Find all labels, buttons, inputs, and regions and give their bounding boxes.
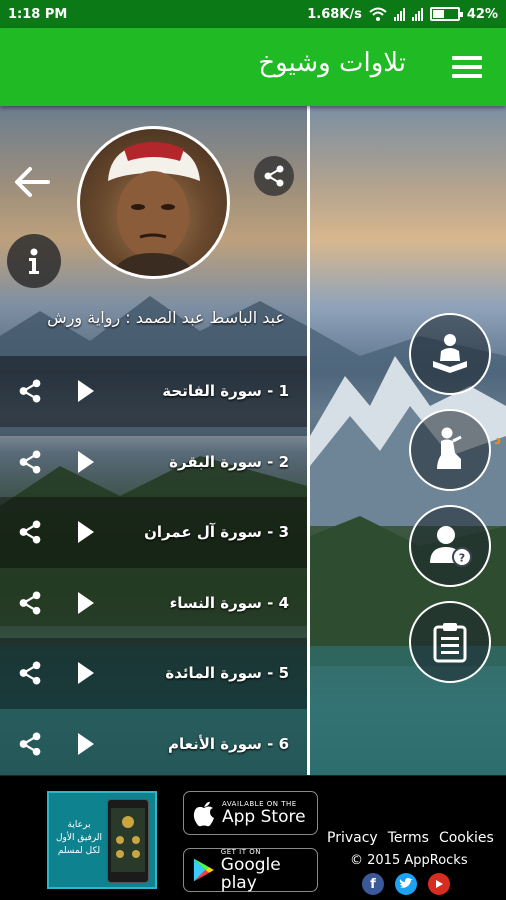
status-time: 1:18 PM — [8, 6, 68, 22]
phone-image — [107, 799, 149, 883]
battery-icon — [429, 7, 463, 21]
surah-row[interactable]: 4 - سورة النساء — [0, 567, 307, 638]
google-play-icon — [193, 858, 214, 882]
quran-reader-button[interactable] — [409, 313, 491, 395]
back-arrow-icon[interactable] — [12, 164, 52, 200]
signal-icon-2 — [411, 7, 423, 21]
surah-row[interactable]: 5 - سورة المائدة — [0, 638, 307, 709]
google-play-button[interactable]: GET IT ON Google play — [183, 848, 318, 892]
surah-row[interactable]: 3 - سورة آل عمران — [0, 497, 307, 568]
surah-title: 5 - سورة المائدة — [165, 664, 289, 683]
surah-row[interactable]: 1 - سورة الفاتحة — [0, 356, 307, 427]
surah-title: 3 - سورة آل عمران — [144, 523, 289, 542]
play-icon[interactable] — [78, 662, 94, 685]
signal-icon — [393, 7, 405, 21]
play-icon[interactable] — [78, 380, 94, 403]
play-icon[interactable] — [78, 591, 94, 614]
panel-divider — [307, 106, 310, 775]
app-bar: تلاوات وشيوخ — [0, 28, 506, 106]
sponsor-line-1: برعاية — [67, 820, 91, 830]
clipboard-icon — [433, 623, 467, 663]
cookies-link[interactable]: Cookies — [439, 830, 494, 846]
info-icon — [29, 248, 39, 274]
surah-title: 1 - سورة الفاتحة — [162, 382, 289, 401]
info-button[interactable] — [7, 234, 61, 288]
network-speed: 1.68K/s — [307, 6, 362, 22]
prayer-button[interactable] — [409, 409, 491, 491]
play-icon[interactable] — [78, 450, 94, 473]
share-icon[interactable] — [18, 520, 42, 544]
reciter-name: عبد الباسط عبد الصمد : رواية ورش — [47, 308, 285, 327]
battery-level: 42% — [466, 6, 498, 22]
share-icon[interactable] — [18, 661, 42, 685]
app-title: تلاوات وشيوخ — [258, 48, 406, 78]
wifi-icon — [369, 7, 387, 21]
sponsor-banner[interactable]: برعاية الرفيق الأول لكل لمسلم — [47, 791, 157, 889]
clipboard-button[interactable] — [409, 601, 491, 683]
app-store-button[interactable]: AVAILABLE ON THE App Store — [183, 791, 318, 835]
surah-title: 2 - سورة البقرة — [169, 452, 289, 471]
surah-row[interactable]: 2 - سورة البقرة — [0, 426, 307, 497]
footer: برعاية الرفيق الأول لكل لمسلم AVAILABLE … — [0, 775, 506, 900]
user-help-button[interactable]: ? — [409, 505, 491, 587]
status-bar: 1:18 PM 1.68K/s 42% — [0, 0, 506, 28]
surah-row[interactable]: 6 - سورة الأنعام — [0, 708, 307, 775]
hamburger-menu-icon[interactable] — [452, 56, 482, 78]
apple-icon — [193, 801, 214, 827]
app-store-text: App Store — [222, 807, 306, 827]
youtube-icon[interactable] — [428, 873, 450, 895]
share-icon[interactable] — [18, 732, 42, 756]
surah-list: 1 - سورة الفاتحة 2 - سورة البقرة 3 - سور… — [0, 356, 307, 775]
status-indicators: 1.68K/s 42% — [307, 7, 498, 22]
sponsor-line-3: لكل لمسلم — [57, 846, 101, 856]
prayer-icon — [437, 427, 462, 469]
main-content: عبد الباسط عبد الصمد : رواية ورش 1 - سور… — [0, 106, 506, 775]
sponsor-line-2: الرفيق الأول — [55, 833, 103, 843]
quran-reader-icon — [433, 334, 467, 373]
share-reciter-button[interactable] — [254, 156, 294, 196]
terms-link[interactable]: Terms — [388, 830, 429, 846]
share-icon[interactable] — [18, 450, 42, 474]
reciter-avatar — [77, 126, 230, 279]
reciter-portrait — [108, 142, 200, 276]
share-icon[interactable] — [18, 379, 42, 403]
social-links: f — [362, 873, 450, 895]
play-icon[interactable] — [78, 521, 94, 544]
google-play-text: Google play — [220, 855, 281, 893]
privacy-link[interactable]: Privacy — [327, 830, 378, 846]
sponsor-text: برعاية الرفيق الأول لكل لمسلم — [53, 819, 105, 858]
play-icon[interactable] — [78, 732, 94, 755]
svg-text:?: ? — [459, 552, 465, 565]
legal-links: Privacy Terms Cookies — [327, 830, 494, 846]
partial-side-text: د — [494, 432, 502, 448]
share-icon — [264, 165, 284, 187]
share-icon[interactable] — [18, 591, 42, 615]
twitter-icon[interactable] — [395, 873, 417, 895]
copyright-text: © 2015 AppRocks — [350, 853, 468, 868]
facebook-icon[interactable]: f — [362, 873, 384, 895]
user-help-icon: ? — [430, 526, 472, 567]
phone-screen — [111, 808, 145, 872]
surah-title: 4 - سورة النساء — [169, 593, 289, 612]
surah-title: 6 - سورة الأنعام — [167, 734, 289, 753]
